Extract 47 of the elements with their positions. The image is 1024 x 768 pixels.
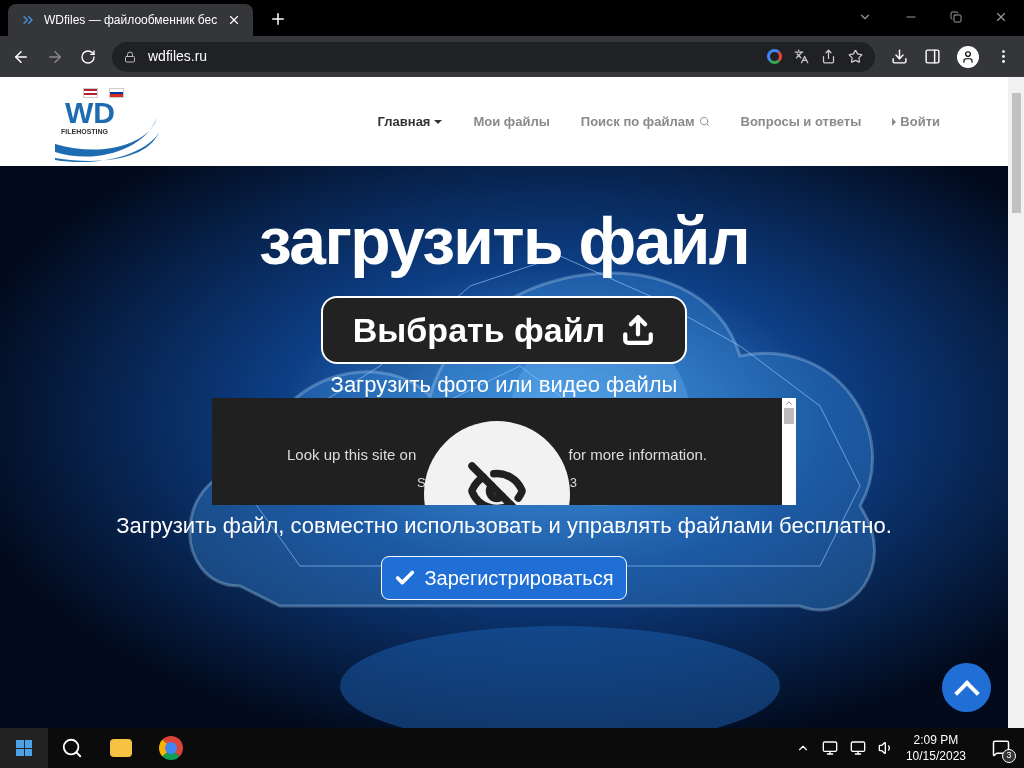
clock-date[interactable]: 10/15/2023	[905, 748, 966, 764]
profile-icon[interactable]	[957, 45, 979, 68]
ru-flag-icon[interactable]	[109, 87, 124, 98]
restore-icon[interactable]	[950, 11, 962, 23]
info-text: for more information.	[568, 445, 707, 465]
reload-icon[interactable]	[80, 48, 96, 65]
download-icon[interactable]	[891, 48, 908, 65]
caret-icon	[434, 119, 443, 124]
star-icon[interactable]	[848, 49, 863, 64]
side-panel-icon[interactable]	[924, 48, 941, 65]
network-icon[interactable]	[849, 740, 866, 756]
close-icon[interactable]	[227, 13, 241, 27]
us-flag-icon[interactable]	[83, 87, 98, 98]
nav-link[interactable]: Главная	[377, 111, 443, 132]
url-text: wdfiles.ru	[148, 47, 209, 66]
page-scrollbar[interactable]	[1008, 77, 1024, 728]
info-text: Look up this site on	[287, 445, 417, 465]
search-icon	[698, 116, 710, 127]
upload-button[interactable]: Выбрать файл	[320, 296, 688, 364]
info-text: 3	[569, 474, 577, 492]
monitor-icon[interactable]	[821, 740, 838, 756]
message-icon	[992, 739, 1010, 757]
caret-icon	[892, 117, 897, 126]
notification-button[interactable]: 3	[986, 733, 1016, 763]
hidden-eye-icon	[467, 461, 527, 505]
address-bar[interactable]: wdfiles.ru	[112, 41, 875, 72]
lock-icon	[124, 50, 136, 63]
scroll-up-icon[interactable]	[784, 398, 794, 408]
notification-count: 3	[1002, 749, 1016, 763]
register-button[interactable]: Зарегистрироваться	[381, 556, 627, 600]
chrome-icon[interactable]	[159, 736, 183, 760]
clock-time[interactable]: 2:09 PM	[913, 732, 959, 748]
translate-icon[interactable]	[794, 49, 809, 64]
scroll-thumb[interactable]	[784, 408, 794, 424]
close-icon[interactable]	[994, 10, 1008, 24]
tab-title: WDfiles — файлообменник бес	[44, 12, 219, 29]
browser-tab[interactable]: WDfiles — файлообменник бес	[8, 4, 253, 36]
new-tab-icon[interactable]	[269, 10, 287, 28]
upload-icon	[621, 313, 656, 347]
start-button[interactable]	[0, 728, 48, 768]
hero-subtitle: Загрузить фото или видео файлы	[330, 374, 678, 396]
hero-tagline: Загрузить файл, совместно использовать и управлять файлами бесплатно.	[116, 512, 892, 540]
search-icon[interactable]	[61, 737, 83, 759]
info-text: S	[417, 474, 426, 492]
google-icon[interactable]	[767, 49, 782, 64]
scrollbar[interactable]	[782, 398, 796, 505]
share-icon[interactable]	[821, 49, 836, 64]
